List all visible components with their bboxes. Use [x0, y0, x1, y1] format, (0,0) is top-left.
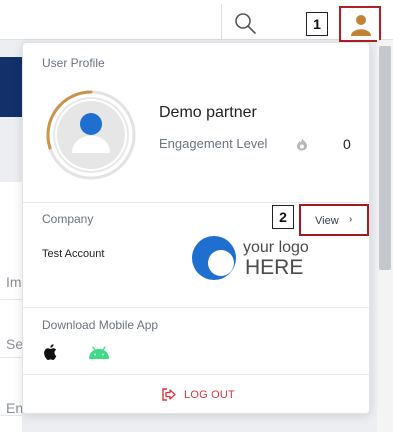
user-profile-dropdown: User Profile Demo partner Engagement Lev… — [22, 42, 370, 414]
section-divider — [23, 307, 369, 308]
list-item[interactable]: Se — [0, 300, 22, 358]
scrollbar-thumb[interactable] — [379, 46, 391, 270]
list-item[interactable]: En — [0, 358, 22, 416]
logo-text-line1: your logo — [243, 239, 309, 256]
annotation-marker-2: 2 — [272, 205, 294, 229]
user-profile-heading: User Profile — [42, 56, 105, 70]
android-icon[interactable] — [88, 346, 110, 360]
company-account-name: Test Account — [42, 248, 105, 260]
list-item-label: Im — [6, 274, 22, 290]
logo-mark-icon — [192, 236, 236, 280]
flame-icon — [297, 138, 307, 151]
logout-icon — [162, 388, 176, 401]
user-avatar-button[interactable] — [339, 6, 381, 42]
user-name: Demo partner — [159, 104, 257, 121]
company-heading: Company — [42, 212, 94, 226]
list-item-label: Se — [6, 336, 22, 352]
section-divider — [23, 202, 369, 203]
topbar-divider — [221, 4, 222, 40]
background-list: Im Se En — [0, 182, 22, 432]
logo-text-line2: HERE — [245, 256, 304, 279]
engagement-level-label: Engagement Level — [159, 136, 268, 151]
annotation-marker-1: 1 — [306, 12, 328, 36]
top-bar: 1 — [0, 0, 393, 42]
view-button-label: View — [315, 215, 339, 227]
user-avatar-icon — [350, 12, 372, 36]
apple-icon[interactable] — [42, 343, 60, 361]
chevron-right-icon: › — [349, 214, 353, 225]
page-banner — [0, 57, 22, 117]
logout-label: LOG OUT — [184, 389, 235, 401]
search-icon[interactable] — [234, 12, 258, 36]
engagement-level-value: 0 — [343, 136, 351, 152]
profile-avatar — [46, 90, 136, 180]
company-logo: your logo HERE — [191, 233, 341, 283]
section-divider — [23, 374, 369, 375]
list-item[interactable]: Im — [0, 242, 22, 300]
list-item-label: En — [6, 400, 22, 416]
view-company-button[interactable]: View › — [299, 204, 369, 236]
download-app-heading: Download Mobile App — [42, 318, 159, 332]
